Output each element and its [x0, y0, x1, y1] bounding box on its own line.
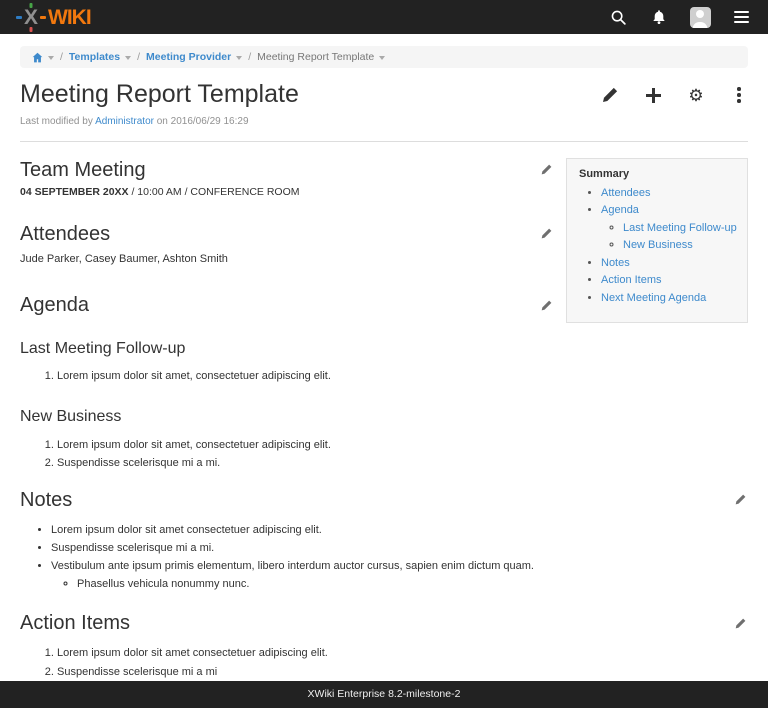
meeting-date-location: 04 SEPTEMBER 20XX / 10:00 AM / CONFERENC…: [20, 186, 554, 198]
breadcrumb-home[interactable]: [32, 52, 54, 63]
logo-green-tick: [30, 3, 33, 8]
breadcrumb-current-page[interactable]: Meeting Report Template: [257, 51, 385, 63]
side-column: Summary Attendees Agenda Last Meeting Fo…: [566, 158, 748, 323]
logo-wiki-text: WIKI: [48, 7, 91, 28]
user-avatar[interactable]: [689, 6, 711, 28]
list-item: Lorem ipsum dolor sit amet consectetuer …: [57, 644, 748, 662]
list-item: Lorem ipsum dolor sit amet, consectetuer…: [57, 436, 554, 454]
toc-link-notes[interactable]: Notes: [601, 257, 630, 269]
summary-toc-list: Attendees Agenda Last Meeting Follow-up …: [575, 185, 739, 308]
modified-by-user-link[interactable]: Administrator: [95, 116, 154, 127]
new-business-list: Lorem ipsum dolor sit amet, consectetuer…: [20, 436, 554, 472]
toc-link-new-business[interactable]: New Business: [623, 239, 693, 251]
toc-item: Attendees: [601, 185, 739, 203]
list-item: Vestibulum ante ipsum primis elementum, …: [51, 557, 748, 593]
edit-pencil-icon[interactable]: [601, 86, 619, 104]
search-icon[interactable]: [607, 6, 629, 28]
breadcrumb-separator: /: [60, 51, 63, 63]
toc-item: Agenda Last Meeting Follow-up New Busine…: [601, 202, 739, 255]
page-title: Meeting Report Template: [20, 81, 299, 109]
section-heading-action-items: Action Items: [20, 611, 748, 635]
chevron-down-icon: [125, 56, 131, 60]
action-items-list: Lorem ipsum dolor sit amet consectetuer …: [20, 644, 748, 680]
section-edit-pencil-icon[interactable]: [733, 492, 748, 507]
last-modified-line: Last modified by Administrator on 2016/0…: [20, 116, 748, 127]
toc-link-agenda[interactable]: Agenda: [601, 204, 639, 216]
logo-x-letter: X: [23, 7, 39, 28]
settings-gear-icon[interactable]: ⚙: [687, 86, 705, 104]
toc-item: Last Meeting Follow-up: [623, 220, 739, 238]
logo-blue-dash: [16, 16, 22, 19]
home-icon: [32, 52, 43, 63]
breadcrumb-meeting-provider[interactable]: Meeting Provider: [146, 51, 242, 63]
section-heading-agenda: Agenda: [20, 293, 554, 317]
toc-item: Notes: [601, 255, 739, 273]
topbar-actions: [607, 6, 752, 28]
last-meeting-list: Lorem ipsum dolor sit amet, consectetuer…: [20, 367, 554, 385]
avatar-silhouette-icon: [690, 7, 711, 28]
logo-orange-dash: [40, 16, 46, 19]
toc-item: Next Meeting Agenda: [601, 290, 739, 308]
chevron-down-icon: [379, 56, 385, 60]
section-heading-team-meeting: Team Meeting: [20, 158, 554, 182]
list-item: Suspendisse scelerisque mi a mi.: [51, 539, 748, 557]
logo-red-tick: [30, 27, 33, 32]
section-edit-pencil-icon[interactable]: [539, 298, 554, 313]
toc-link-next-meeting[interactable]: Next Meeting Agenda: [601, 292, 706, 304]
header-divider: [20, 141, 748, 142]
main-column: Team Meeting 04 SEPTEMBER 20XX / 10:00 A…: [20, 158, 554, 472]
list-item: Suspendisse scelerisque mi a mi.: [57, 454, 554, 472]
list-item: Phasellus vehicula nonummy nunc.: [77, 575, 748, 593]
toc-item: Action Items: [601, 272, 739, 290]
hamburger-icon: [734, 11, 749, 23]
page-actions-toolbar: ⚙: [601, 81, 748, 104]
notes-list: Lorem ipsum dolor sit amet consectetuer …: [20, 521, 748, 594]
xwiki-page: X WIKI: [0, 0, 768, 708]
toc-item: New Business: [623, 237, 739, 255]
notes-nested-list: Phasellus vehicula nonummy nunc.: [51, 575, 748, 593]
summary-toc-sublist: Last Meeting Follow-up New Business: [601, 220, 739, 255]
more-actions-kebab-icon[interactable]: [730, 86, 748, 104]
document-header: Meeting Report Template ⚙: [20, 81, 748, 109]
chevron-down-icon: [48, 56, 54, 60]
section-heading-attendees: Attendees: [20, 222, 554, 246]
full-width-sections: Notes Lorem ipsum dolor sit amet consect…: [20, 488, 748, 708]
section-edit-pencil-icon[interactable]: [733, 616, 748, 631]
version-text: XWiki Enterprise 8.2-milestone-2: [308, 688, 461, 700]
section-heading-notes: Notes: [20, 488, 748, 512]
list-item: Lorem ipsum dolor sit amet, consectetuer…: [57, 367, 554, 385]
drawer-menu-icon[interactable]: [730, 6, 752, 28]
subsection-heading-new-business: New Business: [20, 407, 554, 426]
section-edit-pencil-icon[interactable]: [539, 162, 554, 177]
list-item: Lorem ipsum dolor sit amet consectetuer …: [51, 521, 748, 539]
section-edit-pencil-icon[interactable]: [539, 226, 554, 241]
summary-toc-panel: Summary Attendees Agenda Last Meeting Fo…: [566, 158, 748, 323]
breadcrumb: / Templates / Meeting Provider / Meeting…: [20, 46, 748, 68]
toc-link-attendees[interactable]: Attendees: [601, 187, 651, 199]
attendees-names: Jude Parker, Casey Baumer, Ashton Smith: [20, 251, 554, 268]
xwiki-logo-x-mark: X: [16, 7, 47, 28]
breadcrumb-separator: /: [137, 51, 140, 63]
subsection-heading-last-meeting: Last Meeting Follow-up: [20, 339, 554, 358]
list-item: Suspendisse scelerisque mi a mi: [57, 663, 748, 681]
chevron-down-icon: [236, 56, 242, 60]
document-content: Team Meeting 04 SEPTEMBER 20XX / 10:00 A…: [20, 158, 748, 472]
toc-link-last-meeting[interactable]: Last Meeting Follow-up: [623, 222, 737, 234]
version-footer: XWiki Enterprise 8.2-milestone-2: [0, 681, 768, 708]
top-navbar: X WIKI: [0, 0, 768, 34]
toc-link-action-items[interactable]: Action Items: [601, 274, 662, 286]
notifications-bell-icon[interactable]: [648, 6, 670, 28]
summary-title: Summary: [579, 168, 739, 180]
breadcrumb-separator: /: [248, 51, 251, 63]
xwiki-logo[interactable]: X WIKI: [16, 7, 91, 28]
create-plus-icon[interactable]: [644, 86, 662, 104]
breadcrumb-templates[interactable]: Templates: [69, 51, 131, 63]
